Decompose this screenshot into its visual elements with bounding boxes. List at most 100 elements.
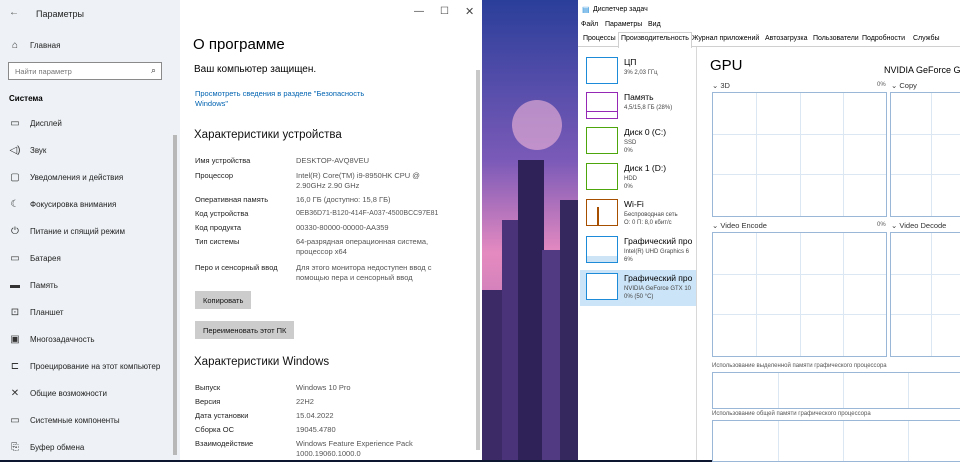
notification-icon: ▢: [10, 171, 20, 183]
perf-sidebar-divider: [696, 47, 697, 460]
sidebar-item-label: Батарея: [30, 253, 61, 263]
sidebar-item-sound[interactable]: ◁) Звук: [0, 137, 180, 163]
perf-item-sub: 4,5/15,8 ГБ (28%): [624, 105, 673, 111]
grid-line: [891, 273, 960, 275]
components-icon: ▭: [10, 414, 20, 426]
battery-icon: ▭: [10, 252, 20, 264]
perf-item-cpu[interactable]: ЦП 3% 2,03 ГГц: [580, 54, 696, 90]
product-id-label: Код продукта: [195, 223, 242, 232]
sidebar-item-notifications[interactable]: ▢ Уведомления и действия: [0, 164, 180, 190]
menu-file[interactable]: Файл: [581, 21, 598, 28]
version-label: Версия: [195, 397, 221, 406]
task-manager-icon: ▤: [582, 5, 590, 14]
perf-item-sub: 0%: [624, 148, 633, 154]
sidebar-item-label: Фокусировка внимания: [30, 199, 117, 209]
copy-button[interactable]: Копировать: [195, 291, 252, 309]
rename-pc-button[interactable]: Переименовать этот ПК: [195, 321, 295, 339]
device-id-label: Код устройства: [195, 209, 249, 218]
perf-item-disk0[interactable]: Диск 0 (C:) SSD 0%: [580, 124, 696, 160]
sidebar-item-label: Питание и спящий режим: [30, 226, 126, 236]
display-icon: ▭: [10, 117, 20, 129]
sidebar-item-shared-experiences[interactable]: ✕ Общие возможности: [0, 380, 180, 406]
perf-item-title: ЦП: [624, 57, 637, 67]
desktop-wallpaper: [482, 0, 578, 460]
edition-value: Windows 10 Pro: [296, 383, 351, 392]
wallpaper-building: [518, 160, 544, 460]
perf-item-sub: SSD: [624, 140, 637, 146]
engine-encode-label: ⌄ Video Encode: [712, 221, 767, 230]
ram-value: 16,0 ГБ (доступно: 15,8 ГБ): [296, 195, 391, 204]
search-input[interactable]: Найти параметр ⌕: [8, 62, 162, 80]
perf-item-sub: NVIDIA GeForce GTX 10: [624, 286, 692, 292]
minimize-button[interactable]: —: [414, 6, 424, 17]
rename-button-label: Переименовать этот ПК: [203, 325, 287, 335]
perf-item-title: Графический про: [624, 236, 693, 246]
sidebar-item-components[interactable]: ▭ Системные компоненты: [0, 407, 180, 433]
engine-label-text: Copy: [899, 81, 917, 90]
sidebar-item-label: Дисплей: [30, 118, 62, 128]
tab-details[interactable]: Подробности: [862, 35, 905, 42]
perf-thumb: [586, 92, 618, 119]
tab-services[interactable]: Службы: [913, 35, 940, 42]
maximize-button[interactable]: ☐: [440, 6, 449, 17]
engine-label-text: Video Encode: [720, 221, 767, 230]
engine-encode-graph: [712, 232, 887, 357]
tab-app-history[interactable]: Журнал приложений: [692, 35, 759, 42]
sidebar-item-display[interactable]: ▭ Дисплей: [0, 110, 180, 136]
pen-touch-value: Для этого монитора недоступен ввод с пом…: [296, 263, 432, 282]
engine-3d-pct: 0%: [877, 82, 886, 88]
tab-processes[interactable]: Процессы: [583, 35, 616, 42]
sidebar-item-label: Буфер обмена: [30, 442, 85, 452]
engine-3d-graph: [712, 92, 887, 217]
sidebar-item-home[interactable]: ⌂ Главная: [0, 32, 180, 58]
device-name-label: Имя устройства: [195, 156, 251, 165]
os-build-value: 19045.4780: [296, 425, 336, 434]
close-button[interactable]: ✕: [465, 5, 474, 18]
perf-item-sub: Intel(R) UHD Graphics 6: [624, 249, 690, 255]
sidebar-item-power[interactable]: ⏻ Питание и спящий режим: [0, 218, 180, 244]
sidebar-item-multitasking[interactable]: ▣ Многозадачность: [0, 326, 180, 352]
sidebar-item-focus-assist[interactable]: ☾ Фокусировка внимания: [0, 191, 180, 217]
perf-item-memory[interactable]: Память 4,5/15,8 ГБ (28%): [580, 89, 696, 125]
perf-item-disk1[interactable]: Диск 1 (D:) HDD 0%: [580, 160, 696, 196]
perf-item-sub: 3% 2,03 ГГц: [624, 70, 658, 76]
engine-label-text: Video Decode: [899, 221, 947, 230]
menu-options[interactable]: Параметры: [605, 21, 642, 28]
device-id-value: 0EB36D71-B120-414F-A037-4500BCC97E81: [296, 210, 439, 217]
scrollbar[interactable]: [476, 70, 480, 450]
install-date-label: Дата установки: [195, 411, 249, 420]
tablet-icon: ⊡: [10, 306, 20, 318]
pen-touch-label: Перо и сенсорный ввод: [195, 263, 278, 272]
tab-performance[interactable]: Производительность: [621, 35, 689, 42]
perf-item-wifi[interactable]: Wi-Fi Беспроводная сеть О: 0 П: 8,0 кбит…: [580, 196, 696, 232]
tab-users[interactable]: Пользователи: [813, 35, 859, 42]
moon-icon: ☾: [10, 198, 20, 210]
security-link[interactable]: Просмотреть сведения в разделе "Безопасн…: [195, 89, 385, 109]
sidebar-home-label: Главная: [30, 40, 61, 50]
gpu-name: NVIDIA GeForce GT: [884, 65, 960, 75]
perf-item-gpu0[interactable]: Графический про Intel(R) UHD Graphics 6 …: [580, 233, 696, 269]
perf-item-gpu1[interactable]: Графический про NVIDIA GeForce GTX 10 0%…: [580, 270, 696, 306]
sidebar-item-clipboard[interactable]: ⎘ Буфер обмена: [0, 434, 180, 460]
sidebar-scrollbar[interactable]: [173, 135, 177, 455]
copy-button-label: Копировать: [203, 295, 244, 305]
back-arrow-icon[interactable]: ←: [9, 7, 19, 18]
system-type-label: Тип системы: [195, 237, 240, 246]
sidebar-item-label: Звук: [30, 145, 47, 155]
perf-item-sub: Беспроводная сеть: [624, 212, 678, 218]
sidebar-item-storage[interactable]: ▬ Память: [0, 272, 180, 298]
system-type-value: 64-разрядная операционная система, проце…: [296, 237, 429, 256]
perf-item-sub: 0%: [624, 184, 633, 190]
wallpaper-building: [560, 200, 578, 460]
sidebar-item-tablet[interactable]: ⊡ Планшет: [0, 299, 180, 325]
engine-copy-label: ⌄ Copy: [891, 81, 917, 90]
grid-line: [908, 373, 909, 408]
tab-startup[interactable]: Автозагрузка: [765, 35, 807, 42]
sidebar-item-battery[interactable]: ▭ Батарея: [0, 245, 180, 271]
sidebar-item-label: Проецирование на этот компьютер: [30, 361, 161, 371]
grid-line: [799, 233, 801, 356]
menu-view[interactable]: Вид: [648, 21, 661, 28]
grid-line: [891, 133, 960, 135]
search-icon: ⌕: [150, 65, 156, 75]
sidebar-item-projecting[interactable]: ⊏ Проецирование на этот компьютер: [0, 353, 180, 379]
